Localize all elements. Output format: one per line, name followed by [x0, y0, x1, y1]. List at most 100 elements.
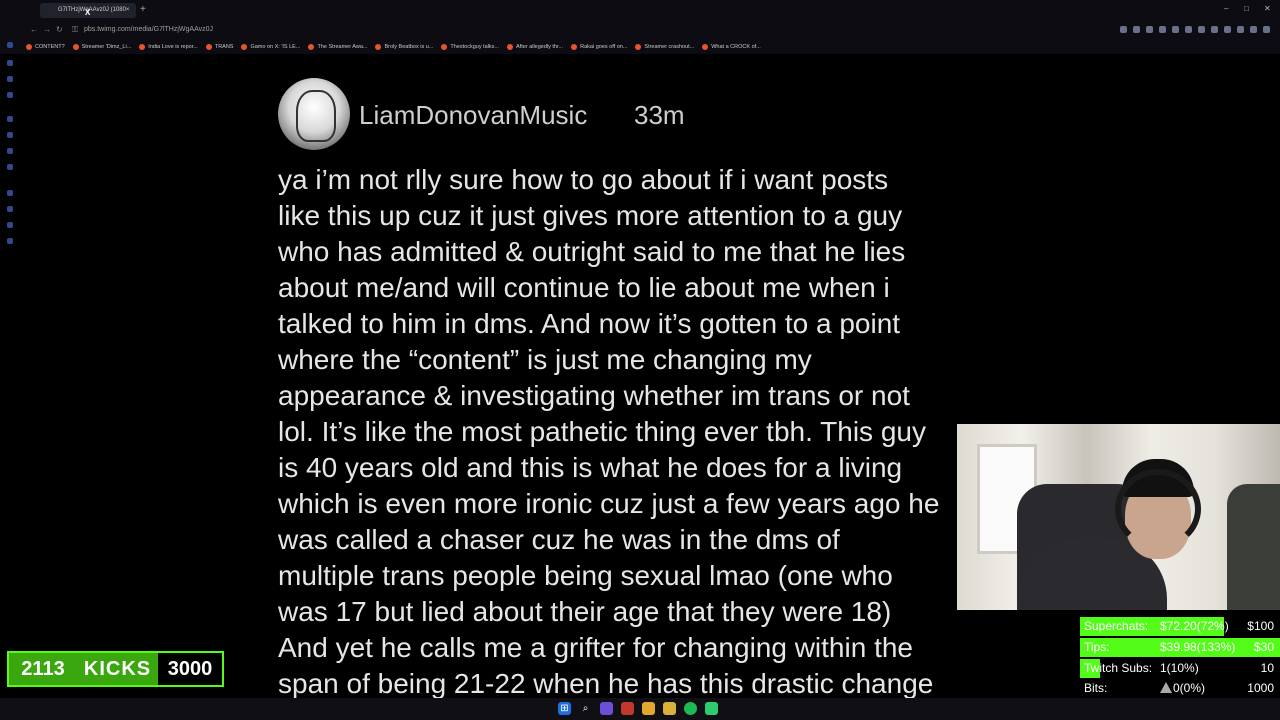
sidebar-icon[interactable]: [7, 132, 13, 138]
taskbar: ⊞ ⌕: [0, 698, 1280, 720]
stat-value: $72.20(72%): [1160, 619, 1229, 633]
app-icon[interactable]: [600, 702, 613, 715]
sidebar-icon[interactable]: [7, 190, 13, 196]
active-tab[interactable]: X G7lTHzjWgAAvz0J (1080×: [40, 3, 136, 18]
stat-value: $39.98(133%): [1160, 640, 1235, 654]
x-logo-icon: X: [85, 8, 91, 17]
bookmark-label: Streamer 'Dimz_Li...: [81, 44, 132, 50]
new-tab-icon[interactable]: +: [140, 4, 146, 15]
post-text-line: which is even more ironic cuz just a few…: [278, 488, 940, 519]
post-text-line: about me/and will continue to lie about …: [278, 272, 890, 303]
close-icon[interactable]: ✕: [1264, 4, 1271, 13]
menu-icon[interactable]: [1263, 26, 1270, 33]
sidebar-icon[interactable]: [7, 148, 13, 154]
sidebar-icon[interactable]: [7, 116, 13, 122]
browser-sidebar: [0, 32, 20, 262]
hanging-jacket: [1227, 484, 1280, 610]
bookmark-item[interactable]: Rakai goes off on...: [571, 40, 627, 54]
bookmark-item[interactable]: What a CROCK of...: [702, 40, 761, 54]
url-field[interactable]: pbs.twimg.com/media/G7lTHzjWgAAvz0J: [84, 26, 213, 33]
app-icon[interactable]: [705, 702, 718, 715]
bookmark-item[interactable]: Broly Beatbox is u...: [375, 40, 433, 54]
bookmark-label: Streamer crashout...: [644, 44, 695, 50]
bookmark-label: What a CROCK of...: [711, 44, 761, 50]
bookmark-item[interactable]: Streamer 'Dimz_Li...: [72, 40, 132, 54]
tab-title: G7lTHzjWgAAvz0J (1080×: [58, 7, 130, 13]
post-text-line: appearance & investigating whether im tr…: [278, 380, 910, 411]
stat-label: Tips:: [1084, 639, 1110, 654]
windows-start-icon[interactable]: ⊞: [558, 702, 571, 715]
post-body: ya i’m not rlly sure how to go about if …: [278, 162, 1038, 702]
extension-icon[interactable]: [1185, 26, 1192, 33]
post-time: 33m: [634, 100, 685, 130]
post-text-line: was called a chaser cuz he was in the dm…: [278, 524, 840, 555]
sidebar-icon[interactable]: [7, 164, 13, 170]
minimize-icon[interactable]: –: [1224, 4, 1228, 13]
extension-icon[interactable]: [1224, 26, 1231, 33]
bookmark-label: After allegedly thr...: [516, 44, 564, 50]
bookmark-label: Broly Beatbox is u...: [384, 44, 434, 50]
sidebar-icon[interactable]: [7, 92, 13, 98]
post-text-line: is 40 years old and this is what he does…: [278, 452, 903, 483]
bookmark-icon: [571, 44, 578, 50]
stat-row: Superchats: $72.20(72%) $100: [1080, 616, 1280, 637]
extension-icon[interactable]: [1159, 26, 1166, 33]
bookmark-item[interactable]: CONTENT?: [26, 40, 65, 54]
bookmark-icon: [635, 44, 642, 50]
sidebar-icon[interactable]: [7, 206, 13, 212]
bookmark-label: CONTENT?: [35, 44, 65, 50]
stat-value-text: $39.98(133%): [1160, 639, 1236, 654]
app2-icon[interactable]: [621, 702, 634, 715]
sidebar-icon[interactable]: [7, 42, 13, 48]
sidebar-icon[interactable]: [7, 238, 13, 244]
extension-icon[interactable]: [1198, 26, 1205, 33]
bookmark-icon: [375, 44, 382, 50]
bookmark-icon: [72, 44, 79, 50]
extension-icon[interactable]: [1250, 26, 1257, 33]
stat-goal: 10: [1260, 660, 1274, 675]
back-icon[interactable]: ←: [30, 25, 38, 34]
stat-label: Twitch Subs:: [1084, 660, 1153, 675]
bookmark-item[interactable]: TRANS: [205, 40, 233, 54]
stat-row: Twitch Subs: 1(10%) 10: [1080, 657, 1280, 679]
search-icon[interactable]: ⌕: [579, 702, 592, 715]
bookmark-icon: [308, 44, 315, 50]
post-text-line: lol. It’s like the most pathetic thing e…: [278, 416, 926, 447]
bookmark-label: Gamo on X: 'IS LE...: [250, 44, 301, 50]
bookmark-label: Rakai goes off on...: [580, 44, 628, 50]
stat-goal: 1000: [1247, 681, 1274, 696]
post-text-line: talked to him in dms. And now it’s gotte…: [278, 308, 901, 339]
chrome-icon[interactable]: [642, 702, 655, 715]
extension-icon[interactable]: [1237, 26, 1244, 33]
bookmark-icon: [702, 44, 709, 50]
bookmark-item[interactable]: India Love is repor...: [139, 40, 198, 54]
spotify-icon[interactable]: [684, 702, 697, 715]
username: LiamDonovanMusic: [359, 100, 588, 130]
address-bar: ← → ↻ ⚿ pbs.twimg.com/media/G7lTHzjWgAAv…: [0, 20, 1280, 40]
maximize-icon[interactable]: □: [1244, 4, 1249, 13]
post-text-line: multiple trans people being sexual lmao …: [278, 560, 893, 591]
bookmark-item[interactable]: After allegedly thr...: [507, 40, 563, 54]
warning-icon: [1160, 682, 1172, 694]
zoom-icon[interactable]: [1120, 26, 1127, 33]
kicks-label: KICKS: [83, 657, 152, 680]
bookmark-item[interactable]: Thestockguy talks...: [441, 40, 499, 54]
stat-goal: $100: [1247, 619, 1274, 633]
extension-icon[interactable]: [1211, 26, 1218, 33]
stat-row: Bits: 0(0%) 1000: [1080, 678, 1280, 700]
extension-icon[interactable]: [1133, 26, 1140, 33]
stat-value: 1(10%): [1160, 661, 1199, 675]
extension-icon[interactable]: [1172, 26, 1179, 33]
sidebar-icon[interactable]: [7, 76, 13, 82]
extension-icon[interactable]: [1146, 26, 1153, 33]
sidebar-icon[interactable]: [7, 222, 13, 228]
sidebar-icon[interactable]: [7, 60, 13, 66]
bookmark-item[interactable]: Gamo on X: 'IS LE...: [241, 40, 300, 54]
explorer-icon[interactable]: [663, 702, 676, 715]
stat-value-text: $72.20(72%): [1160, 619, 1229, 633]
bookmark-item[interactable]: Streamer crashout...: [635, 40, 694, 54]
bookmark-item[interactable]: The Streamer Awa...: [308, 40, 367, 54]
forward-icon[interactable]: →: [43, 25, 51, 34]
reload-icon[interactable]: ↻: [56, 25, 63, 34]
stat-goal: $30: [1253, 639, 1274, 654]
